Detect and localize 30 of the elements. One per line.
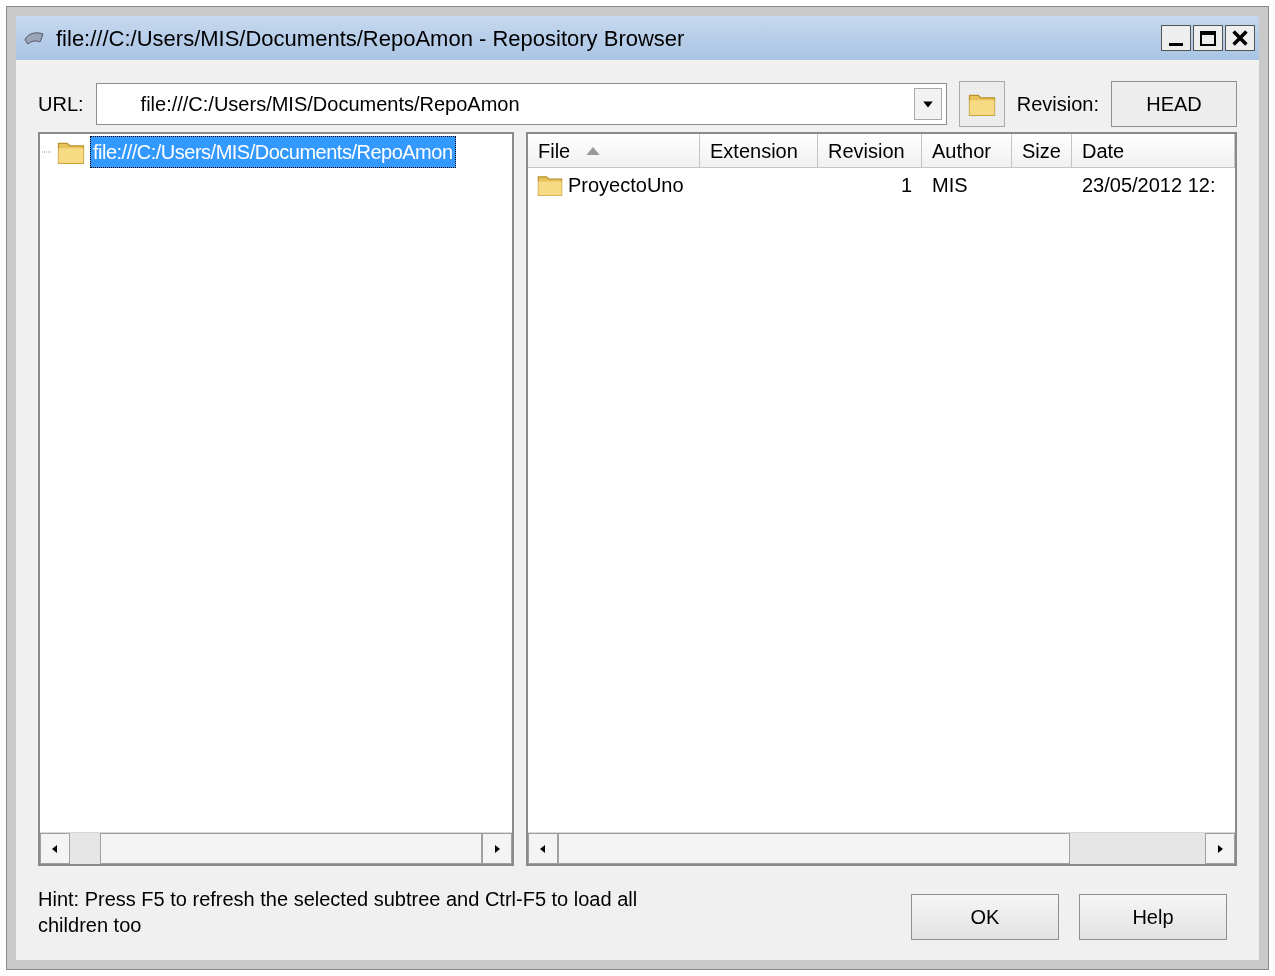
dialog-button[interactable]: Help [1079,894,1227,940]
scroll-left-icon[interactable] [528,833,558,864]
table-cell-text: ProyectoUno [568,173,684,198]
dialog-button[interactable]: OK [911,894,1059,940]
table-cell-text: 1 [900,173,912,198]
column-header[interactable]: Date [1072,134,1235,168]
column-header[interactable]: Size [1012,134,1072,168]
column-header[interactable]: Extension [700,134,818,168]
close-button[interactable] [1225,25,1255,51]
column-header[interactable]: Author [922,134,1012,168]
window-title: file:///C:/Users/MIS/Documents/RepoAmon - Repository Browser [56,24,686,53]
horizontal-scrollbar[interactable] [40,832,512,864]
table-cell-text: 23/05/2012 12: [1082,173,1216,198]
scroll-thumb[interactable] [558,833,1070,864]
revision-label: Revision: [1016,92,1099,117]
revision-button[interactable]: HEAD [1111,81,1237,127]
minimize-button[interactable] [1161,25,1191,51]
column-header[interactable]: File [528,134,700,168]
url-combobox[interactable]: file:///C:/Users/MIS/Documents/RepoAmon [95,83,947,125]
scroll-right-icon[interactable] [482,833,512,864]
url-label: URL: [38,92,84,117]
column-header[interactable]: Revision [818,134,922,168]
hint-text: Hint: Press F5 to refresh the selected subtree and Ctrl-F5 to load all children too [38,887,639,938]
tree-connector-line [42,151,52,153]
close-icon [1232,30,1248,46]
scroll-left-icon[interactable] [40,833,70,864]
dropdown-icon[interactable] [913,88,942,120]
table-cell-text: MIS [932,173,968,198]
scroll-right-icon[interactable] [1205,833,1235,864]
maximize-button[interactable] [1193,25,1223,51]
